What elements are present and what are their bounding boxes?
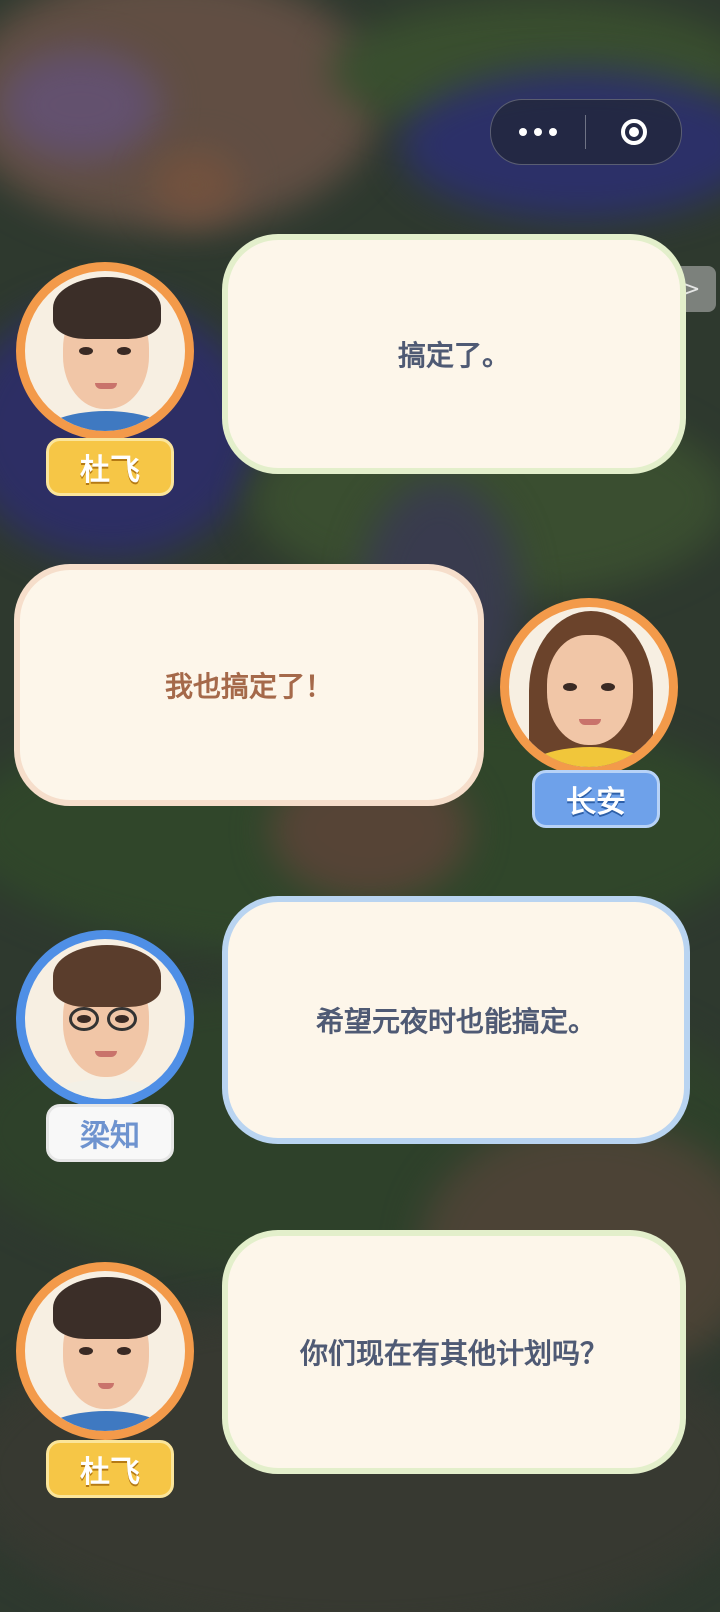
- speaker-name-tag: 梁知: [46, 1104, 174, 1162]
- dialogue-text: 希望元夜时也能搞定。: [315, 1005, 596, 1038]
- dialogue-text: 你们现在有其他计划吗？: [299, 1337, 608, 1370]
- speaker-name-tag: 长安: [532, 770, 660, 828]
- target-circle-icon[interactable]: [586, 119, 681, 145]
- dialogue-bubble-4[interactable]: 你们现在有其他计划吗？: [222, 1230, 686, 1474]
- avatar-changan: [500, 598, 678, 776]
- dialogue-bubble-2[interactable]: 我也搞定了！: [14, 564, 484, 806]
- more-dots-icon[interactable]: [491, 128, 585, 136]
- dialogue-bubble-3[interactable]: 希望元夜时也能搞定。: [222, 896, 690, 1144]
- dialogue-text: 我也搞定了！: [164, 670, 333, 703]
- avatar-liangzhi: [16, 930, 194, 1108]
- speaker-name-tag: 杜飞: [46, 438, 174, 496]
- speaker-name-tag: 杜飞: [46, 1440, 174, 1498]
- avatar-dufei: [16, 1262, 194, 1440]
- mini-program-capsule: [490, 99, 682, 165]
- dialogue-text: 搞定了。: [397, 339, 510, 372]
- avatar-dufei: [16, 262, 194, 440]
- dialogue-bubble-1[interactable]: 搞定了。: [222, 234, 686, 474]
